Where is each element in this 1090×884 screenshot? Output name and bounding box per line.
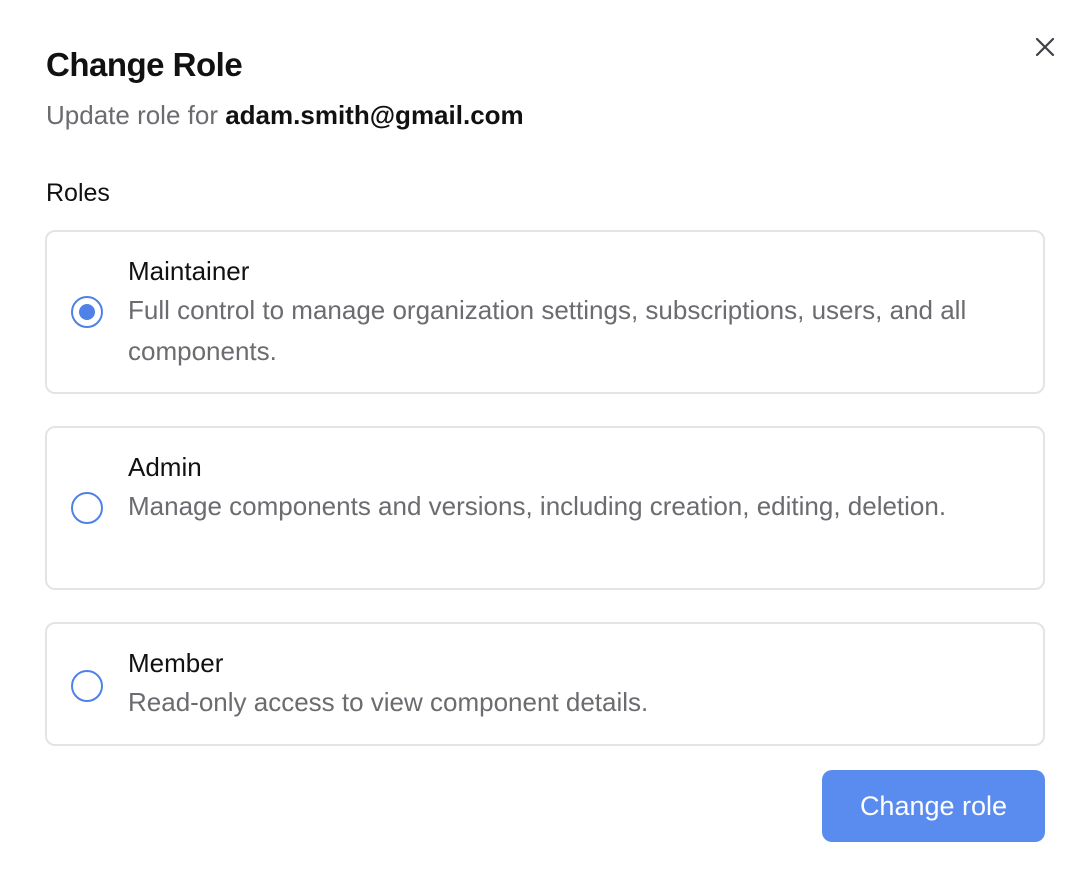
role-option-maintainer[interactable]: Maintainer Full control to manage organi… [45, 230, 1045, 394]
roles-label: Roles [46, 179, 110, 207]
change-role-button[interactable]: Change role [822, 770, 1045, 842]
close-button[interactable] [1026, 28, 1064, 66]
user-email: adam.smith@gmail.com [225, 100, 524, 130]
dialog-subtitle: Update role for adam.smith@gmail.com [46, 98, 524, 132]
role-description: Manage components and versions, includin… [128, 491, 947, 521]
radio-maintainer[interactable] [71, 296, 103, 328]
role-name: Member [128, 648, 224, 678]
dialog-title: Change Role [46, 46, 243, 83]
subtitle-prefix: Update role for [46, 100, 218, 130]
radio-admin[interactable] [71, 492, 103, 524]
role-name: Admin [128, 452, 202, 482]
role-name: Maintainer [128, 256, 250, 286]
role-option-member[interactable]: Member Read-only access to view componen… [45, 622, 1045, 746]
role-option-admin[interactable]: Admin Manage components and versions, in… [45, 426, 1045, 590]
close-icon [1035, 37, 1055, 57]
radio-selected-dot [79, 304, 95, 320]
role-description: Read-only access to view component detai… [128, 687, 649, 717]
change-role-dialog: Change Role Update role for adam.smith@g… [0, 0, 1090, 884]
role-description: Full control to manage organization sett… [128, 295, 967, 366]
radio-member[interactable] [71, 670, 103, 702]
